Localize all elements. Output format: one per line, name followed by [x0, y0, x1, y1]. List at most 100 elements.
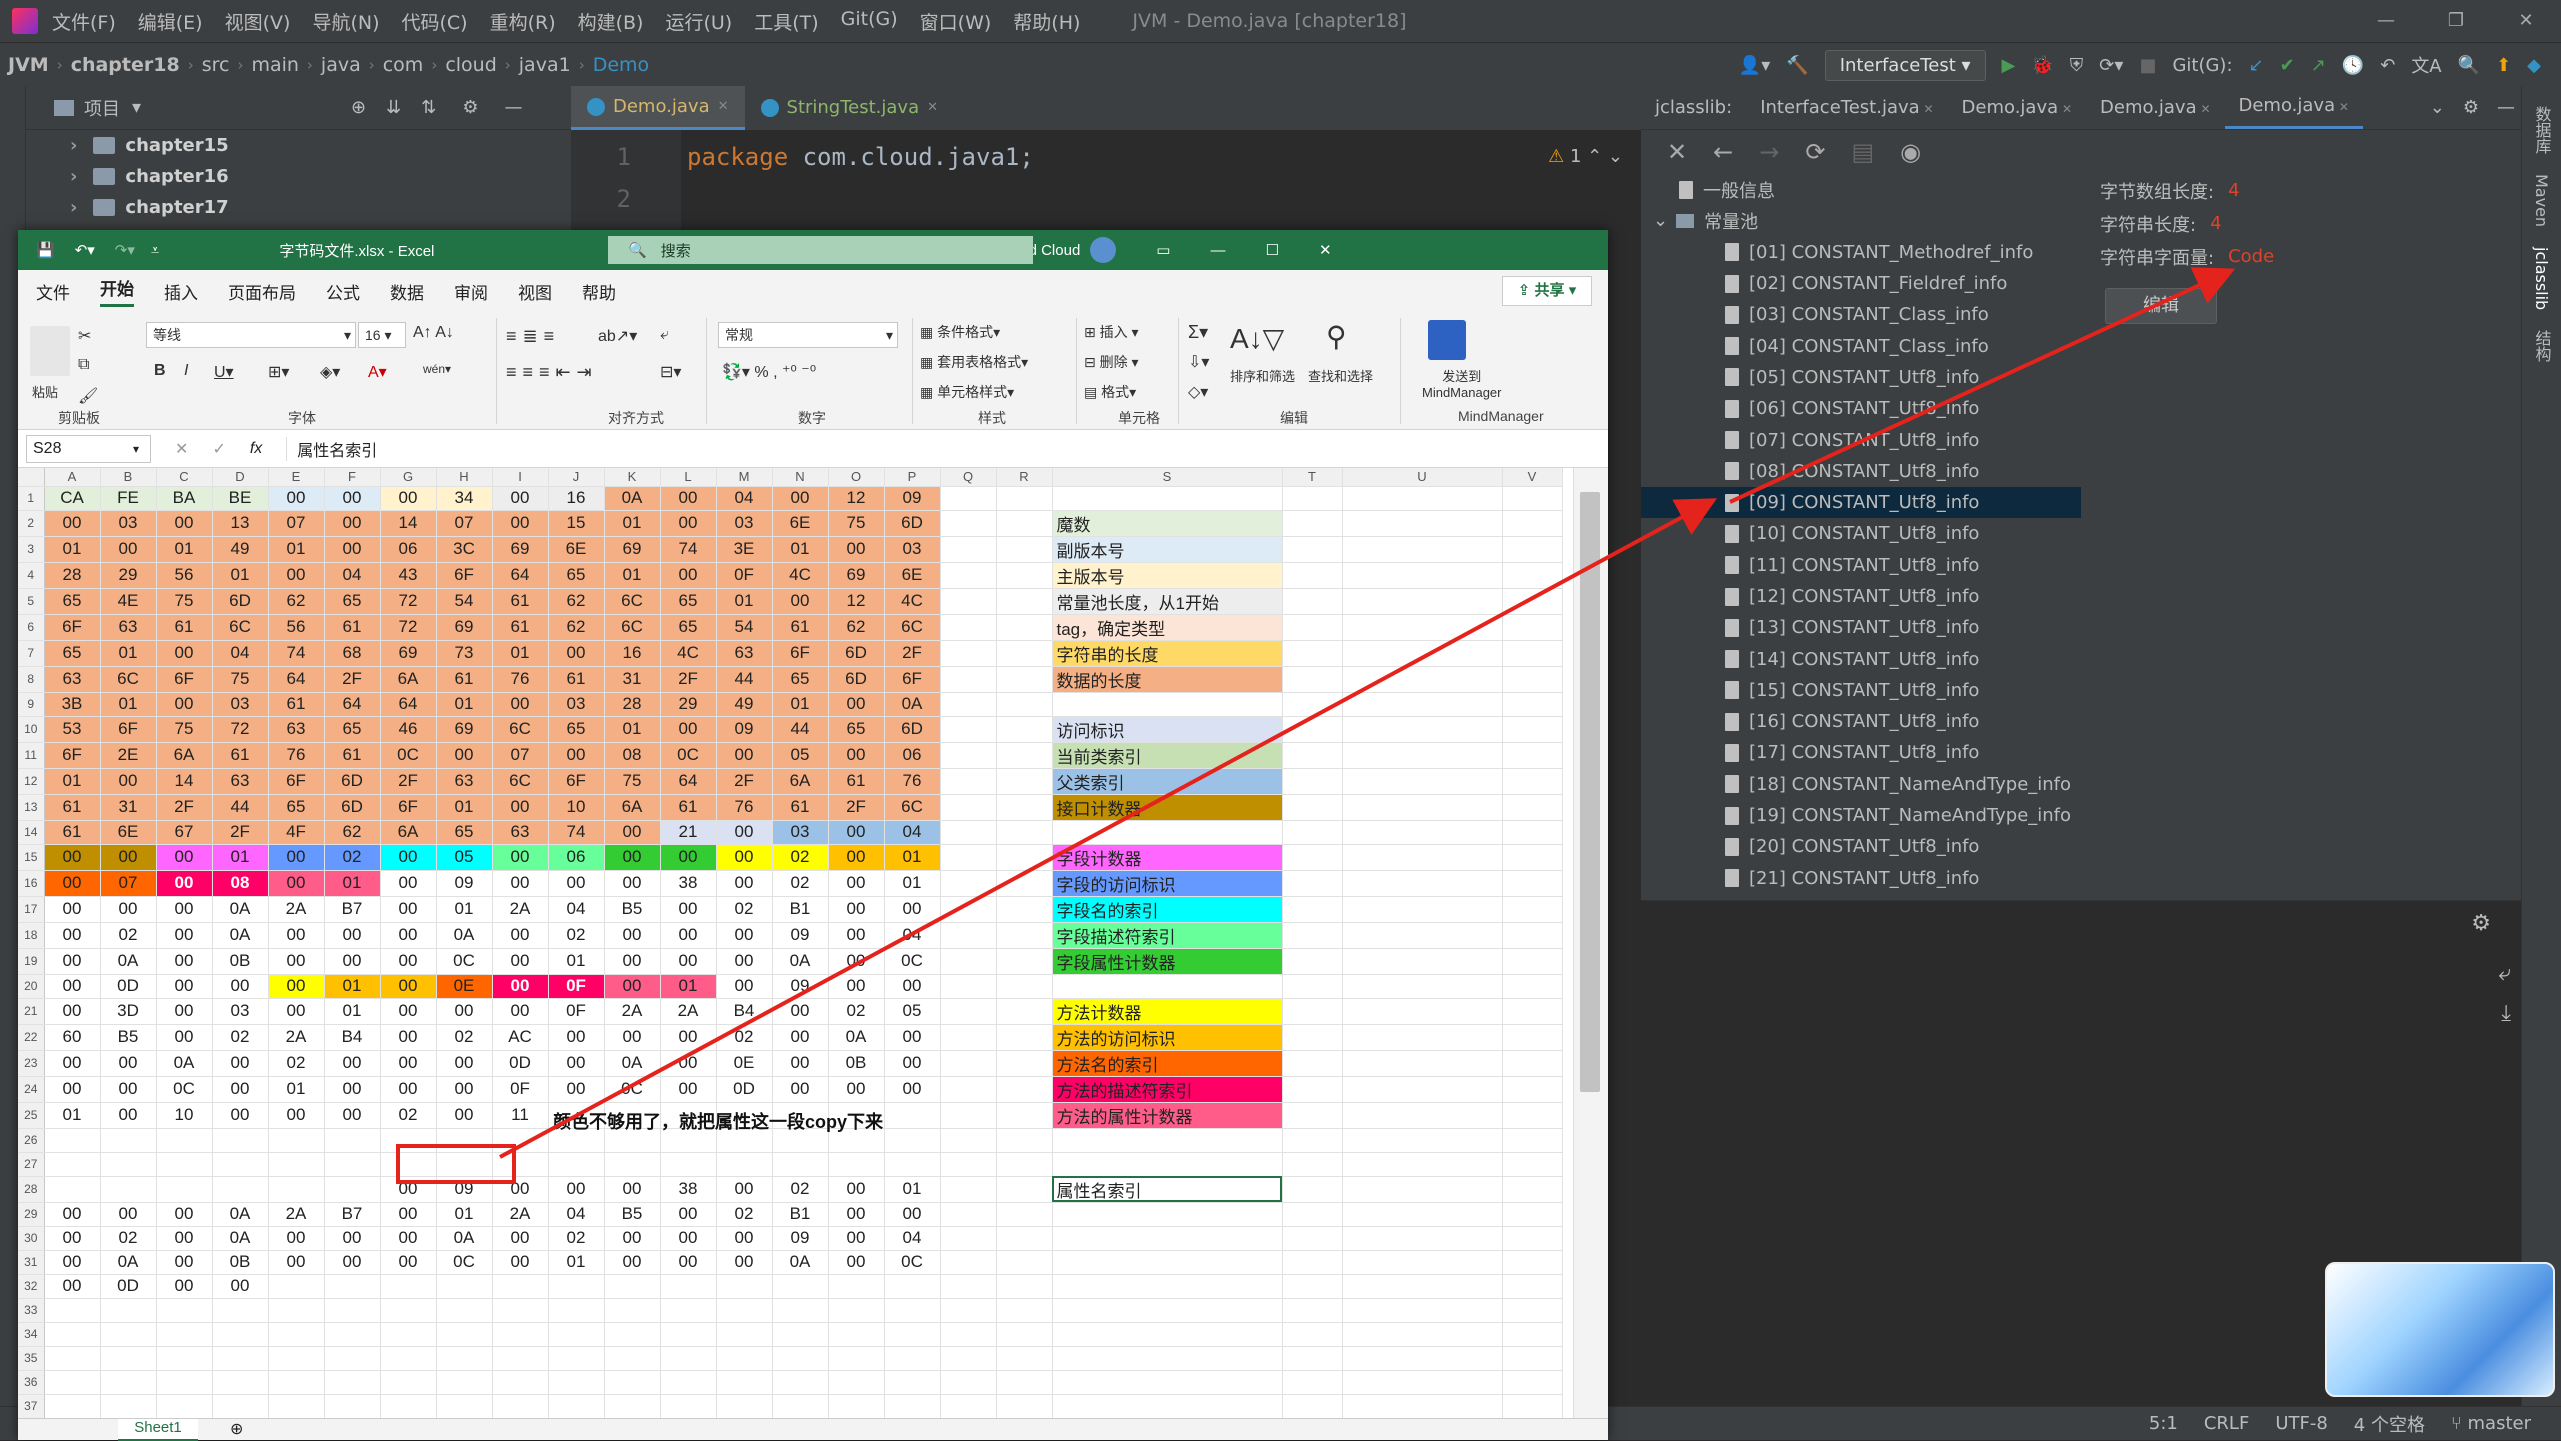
cell[interactable]: 6D	[324, 794, 381, 821]
project-tree-item[interactable]: › chapter16	[26, 161, 571, 192]
cell[interactable]: 02	[772, 870, 829, 897]
cell[interactable]: 02	[772, 844, 829, 871]
cell[interactable]	[884, 1298, 941, 1323]
row-header[interactable]: 15	[18, 844, 45, 871]
cell[interactable]	[996, 1076, 1053, 1103]
cell[interactable]	[492, 1274, 549, 1299]
project-tree-item[interactable]: › chapter15	[26, 130, 571, 161]
cell[interactable]: 75	[156, 716, 213, 743]
build-hammer-icon[interactable]: 🔨	[1786, 55, 1808, 76]
cell[interactable]	[1502, 1024, 1563, 1051]
cell[interactable]	[548, 1394, 605, 1418]
cell[interactable]	[940, 870, 997, 897]
cell[interactable]	[1502, 742, 1563, 769]
cell[interactable]: 00	[828, 742, 885, 769]
constant-pool-entry[interactable]: [07] CONSTANT_Utf8_info	[1641, 424, 2081, 455]
cell[interactable]	[324, 1370, 381, 1395]
cell[interactable]	[1282, 998, 1343, 1025]
cell[interactable]	[1502, 948, 1563, 975]
cell[interactable]: 75	[828, 510, 885, 537]
cell[interactable]: 56	[268, 614, 325, 641]
cell[interactable]	[380, 1346, 437, 1371]
cell[interactable]: 65	[548, 562, 605, 589]
locate-icon[interactable]: ⊕	[351, 97, 366, 118]
cell[interactable]: 65	[548, 716, 605, 743]
cell[interactable]: 00	[436, 1102, 493, 1129]
cell[interactable]: 00	[716, 870, 773, 897]
select-all-corner[interactable]	[18, 468, 45, 487]
cell[interactable]	[1342, 666, 1503, 693]
cell[interactable]: 00	[884, 896, 941, 923]
cell[interactable]: 00	[156, 640, 213, 667]
cell[interactable]: 06	[548, 844, 605, 871]
cell[interactable]: 01	[604, 716, 661, 743]
cell[interactable]: 00	[492, 844, 549, 871]
cell[interactable]: 01	[884, 870, 941, 897]
cell[interactable]: 04	[884, 922, 941, 949]
cell[interactable]: 00	[324, 1102, 381, 1129]
cell[interactable]: 74	[660, 536, 717, 563]
cell[interactable]: 00	[660, 844, 717, 871]
legend-label[interactable]: 方法计数器	[1052, 998, 1283, 1025]
cell[interactable]: 0A	[604, 1050, 661, 1077]
cell[interactable]: 00	[44, 844, 101, 871]
cell[interactable]	[268, 1322, 325, 1347]
cell[interactable]: 0E	[716, 1050, 773, 1077]
cell[interactable]	[1342, 1152, 1503, 1177]
cell[interactable]	[1282, 1322, 1343, 1347]
chevron-down-icon[interactable]: ⌄	[2430, 97, 2445, 118]
cell[interactable]: 00	[660, 896, 717, 923]
cell[interactable]: 4C	[660, 640, 717, 667]
ribbon-tab[interactable]: 公式	[326, 279, 360, 304]
row-header[interactable]: 25	[18, 1102, 45, 1129]
cell[interactable]: 00	[828, 948, 885, 975]
cell[interactable]	[1282, 1346, 1343, 1371]
row-header[interactable]: 10	[18, 716, 45, 743]
cell[interactable]: 01	[44, 1102, 101, 1129]
menu-item[interactable]: 构建(B)	[578, 8, 644, 35]
cell[interactable]: 00	[660, 1250, 717, 1275]
cell[interactable]: 6D	[828, 666, 885, 693]
cell[interactable]	[940, 666, 997, 693]
cell[interactable]	[940, 1250, 997, 1275]
cell[interactable]	[324, 1152, 381, 1177]
cell[interactable]	[604, 1394, 661, 1418]
cell[interactable]	[1282, 794, 1343, 821]
cell[interactable]: 08	[604, 742, 661, 769]
cell[interactable]	[940, 896, 997, 923]
ribbon-tab[interactable]: 文件	[36, 279, 70, 304]
cell[interactable]: 00	[604, 1250, 661, 1275]
cell[interactable]: 4C	[772, 562, 829, 589]
cell[interactable]	[828, 1298, 885, 1323]
jclasslib-tab[interactable]: jclasslib:	[1641, 97, 1746, 118]
cell[interactable]: 6D	[828, 640, 885, 667]
cell[interactable]	[548, 1346, 605, 1371]
cell[interactable]: 49	[212, 536, 269, 563]
cell[interactable]: 63	[268, 716, 325, 743]
column-header[interactable]: R	[996, 468, 1053, 487]
cell[interactable]: 03	[716, 510, 773, 537]
column-header[interactable]: C	[156, 468, 213, 487]
cell[interactable]	[996, 998, 1053, 1025]
cell[interactable]: 00	[716, 974, 773, 999]
cell[interactable]: 76	[268, 742, 325, 769]
line-separator[interactable]: CRLF	[2204, 1413, 2249, 1434]
cell[interactable]: 6F	[772, 640, 829, 667]
cell[interactable]	[1342, 998, 1503, 1025]
plugin-icon[interactable]: ◆	[2527, 55, 2541, 76]
cell[interactable]	[996, 1370, 1053, 1395]
close-icon[interactable]: ✕	[2491, 0, 2561, 42]
cell[interactable]: 00	[324, 510, 381, 537]
cell[interactable]: 00	[492, 1226, 549, 1251]
cell[interactable]	[1502, 640, 1563, 667]
cell[interactable]	[996, 1274, 1053, 1299]
cell[interactable]: 00	[436, 998, 493, 1025]
cell[interactable]	[940, 1226, 997, 1251]
cell[interactable]	[268, 1370, 325, 1395]
cell[interactable]	[548, 1152, 605, 1177]
web-icon[interactable]: ◉	[1900, 138, 1921, 166]
column-header[interactable]: P	[884, 468, 941, 487]
cell[interactable]: 04	[884, 1226, 941, 1251]
cell[interactable]: 02	[716, 1202, 773, 1227]
gear-icon[interactable]: ⚙	[2463, 97, 2479, 118]
